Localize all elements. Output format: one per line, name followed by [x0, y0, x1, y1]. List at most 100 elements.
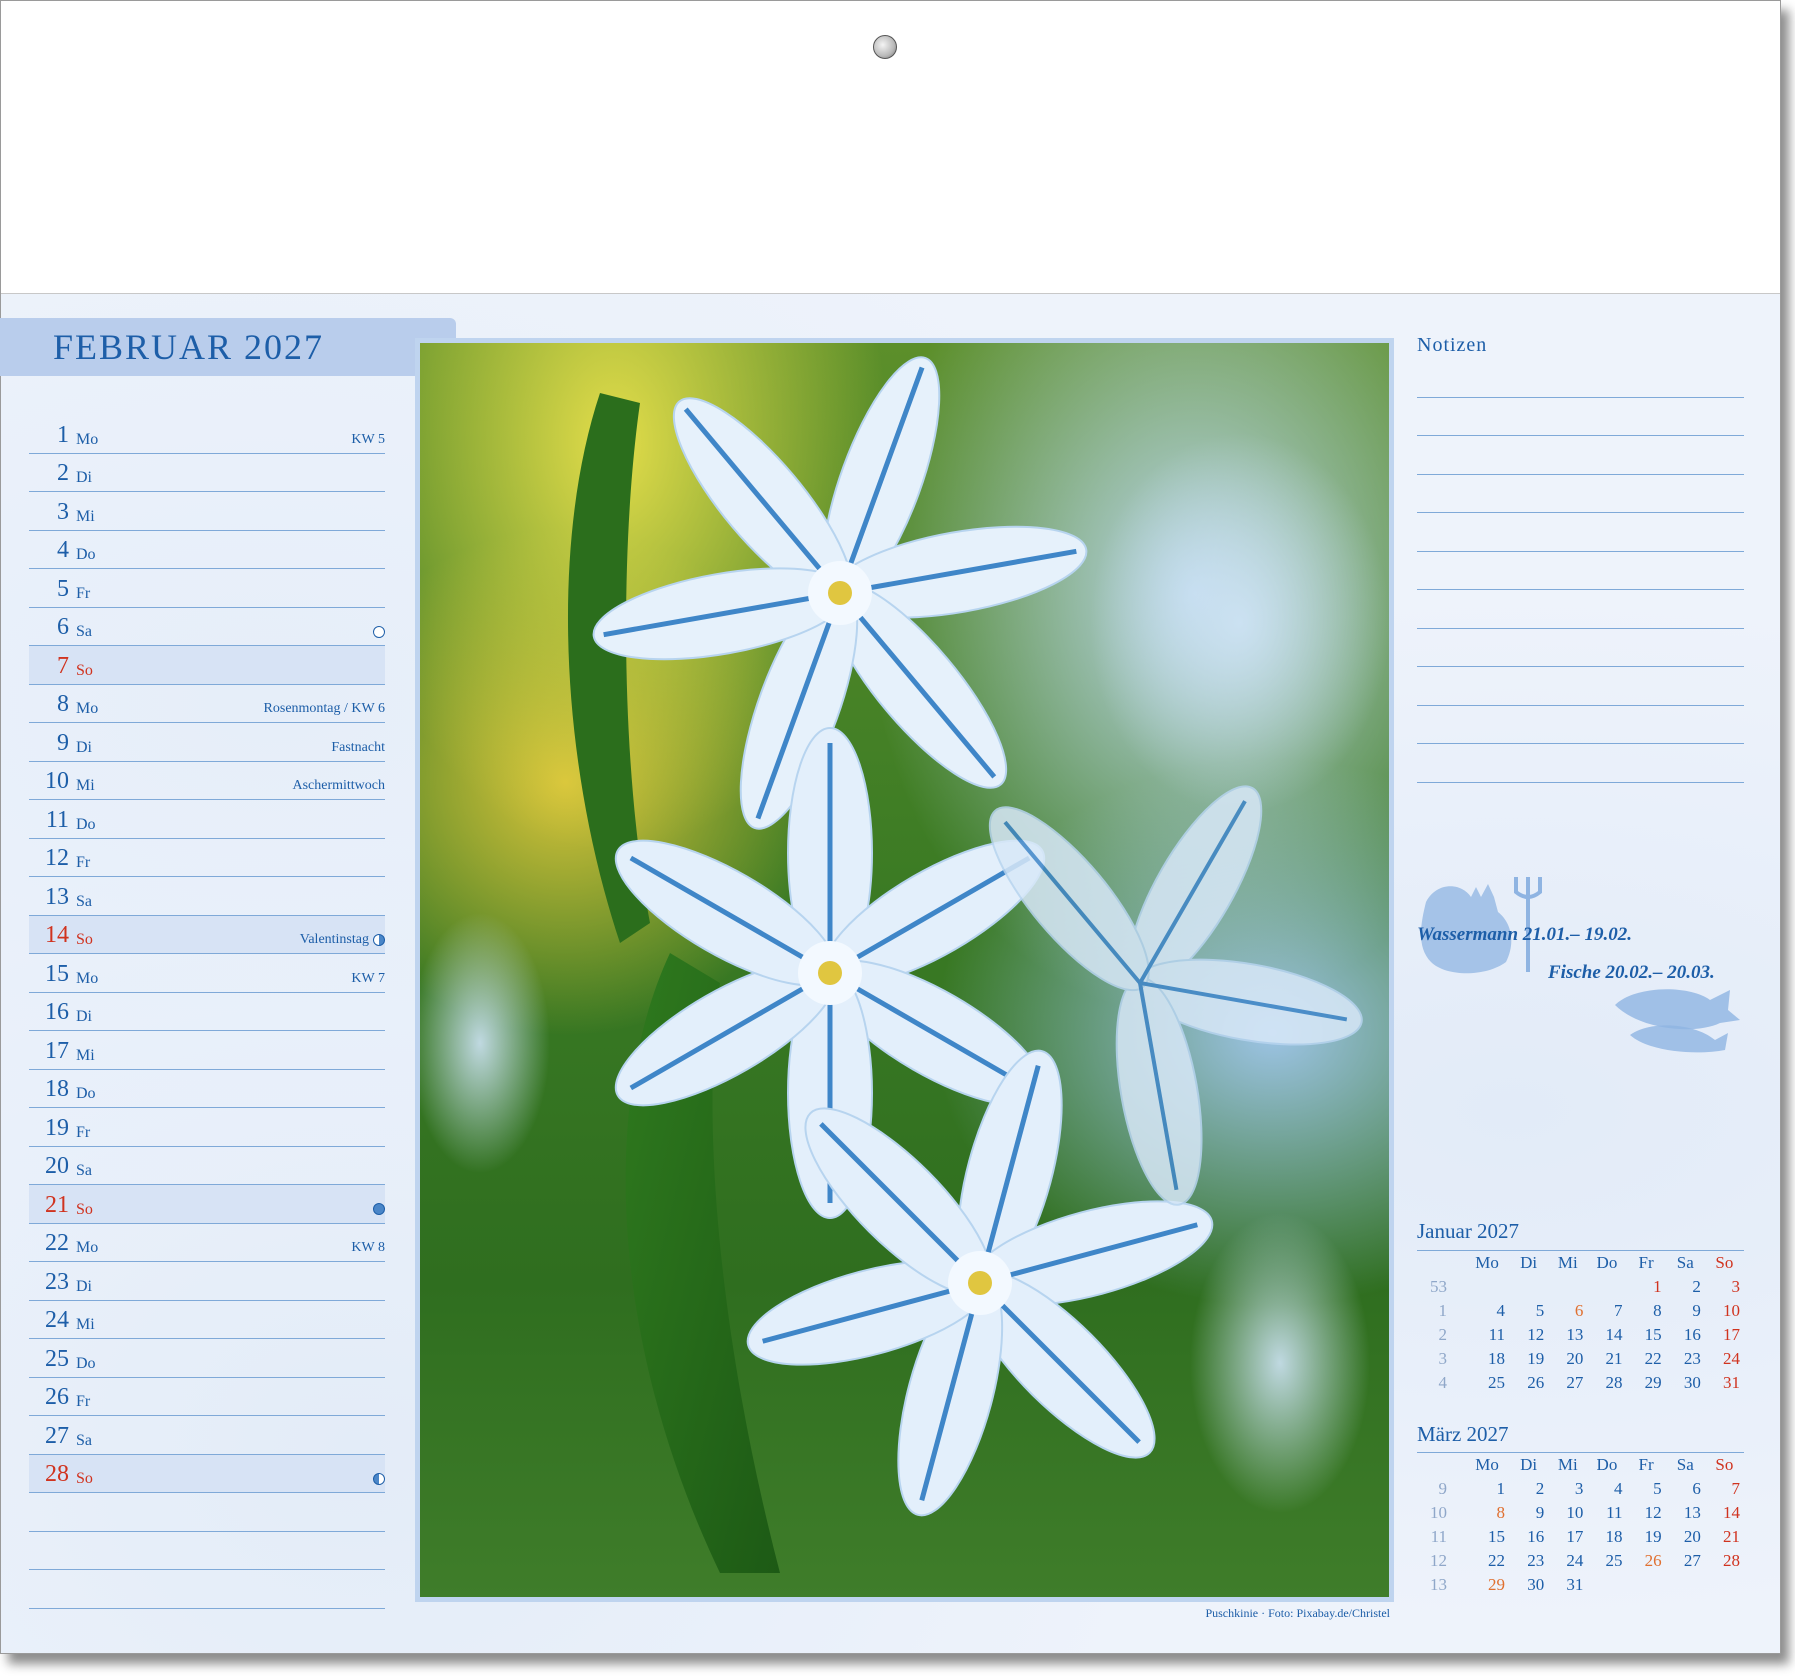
aquarius-label: Wassermann 21.01.– 19.02.: [1417, 924, 1633, 945]
day-number: 14: [45, 922, 69, 948]
day-number: 13: [45, 883, 69, 910]
mini-day: 19: [1644, 1527, 1662, 1546]
day-row: 15 Mo KW 7: [29, 954, 385, 993]
mini-day: 10: [1723, 1301, 1740, 1320]
notes-line: [1417, 513, 1744, 552]
day-list-blank-lines: [29, 1493, 385, 1609]
day-note: Fastnacht: [331, 740, 385, 756]
mini-day: 9: [1535, 1503, 1545, 1522]
day-row: 13 Sa: [29, 877, 385, 916]
week-number-header: [1417, 1251, 1465, 1275]
day-row: 16 Di: [29, 993, 385, 1031]
day-number: 28: [45, 1461, 69, 1487]
day-row: 26 Fr: [29, 1378, 385, 1416]
weekday-header: Sa: [1676, 1455, 1694, 1474]
weekday-header: So: [1715, 1253, 1734, 1272]
weekday-header: Mo: [1475, 1455, 1499, 1474]
day-note: [369, 624, 385, 640]
day-row: 20 Sa: [29, 1147, 385, 1185]
week-row: 9 1 2 3 4 5 6 7: [1417, 1477, 1744, 1501]
mini-day: 25: [1605, 1551, 1623, 1570]
mini-day: 2: [1692, 1277, 1701, 1296]
day-row: 1 Mo KW 5: [29, 415, 385, 454]
mini-calendar-title: Januar 2027: [1417, 1219, 1520, 1243]
day-row: 22 Mo KW 8: [29, 1224, 385, 1262]
day-note: KW 8: [351, 1240, 385, 1256]
mini-day: 7: [1614, 1301, 1623, 1320]
day-number: 19: [45, 1114, 69, 1141]
weekday-label: Fr: [76, 1123, 91, 1141]
day-row: 14 So Valentinstag: [29, 915, 385, 954]
day-note-text: Rosenmontag / KW 6: [263, 701, 385, 716]
mini-day: 18: [1488, 1349, 1506, 1368]
day-number: 2: [57, 460, 69, 486]
day-number: 22: [45, 1230, 69, 1256]
day-row: 3 Mi: [29, 492, 385, 531]
weekday-label: Di: [76, 1008, 92, 1025]
weekday-label: Mo: [76, 1239, 99, 1256]
mini-day: 19: [1527, 1349, 1545, 1368]
mini-day: 13: [1683, 1503, 1701, 1522]
week-number: 10: [1430, 1503, 1447, 1522]
day-note-text: Fastnacht: [331, 739, 385, 755]
day-number: 25: [45, 1345, 69, 1372]
mini-day: 27: [1566, 1373, 1584, 1392]
mini-day: 24: [1723, 1349, 1740, 1368]
weekday-label: So: [76, 661, 93, 679]
day-number: 26: [45, 1384, 69, 1410]
day-number: 7: [57, 652, 69, 679]
mini-day: [1705, 1573, 1744, 1597]
mini-day: 18: [1605, 1527, 1623, 1546]
mini-day: 26: [1527, 1373, 1545, 1392]
day-row: 28 So: [29, 1454, 385, 1493]
mini-day: 1: [1496, 1479, 1506, 1498]
mini-day: 1: [1653, 1277, 1662, 1296]
day-row: 11 Do: [29, 800, 385, 839]
mini-day: 24: [1566, 1551, 1584, 1570]
mini-day: 22: [1488, 1551, 1506, 1570]
day-row: 9 Di Fastnacht: [29, 723, 385, 762]
mini-day: 20: [1683, 1527, 1701, 1546]
week-row: 2 11 12 13 14 15 16 17: [1417, 1323, 1744, 1347]
week-number: 4: [1438, 1373, 1448, 1392]
mini-day: 30: [1527, 1575, 1545, 1594]
mini-day: 16: [1527, 1527, 1545, 1546]
mini-day: 22: [1644, 1349, 1662, 1368]
weekday-label: Mi: [76, 1316, 95, 1333]
mini-day: 31: [1566, 1575, 1584, 1594]
day-row: 21 So: [29, 1185, 385, 1224]
notes-title: Notizen: [1417, 334, 1488, 356]
day-note: Aschermittwoch: [292, 778, 385, 794]
week-number: 2: [1438, 1325, 1448, 1344]
blank-line: [29, 1493, 385, 1532]
day-note-text: Aschermittwoch: [292, 778, 385, 793]
day-note: KW 7: [351, 971, 385, 987]
day-number: 18: [45, 1076, 69, 1102]
day-number: 6: [57, 614, 69, 640]
bokeh: [1090, 433, 1389, 813]
week-row: 12 22 23 24 25 26 27 28: [1417, 1549, 1744, 1573]
week-number: 3: [1438, 1349, 1448, 1368]
notes-line: [1417, 744, 1744, 783]
day-number: 12: [45, 845, 69, 871]
day-row: 2 Di: [29, 454, 385, 492]
mini-day: 12: [1644, 1503, 1662, 1522]
photo-caption: Puschkinie · Foto: Pixabay.de/Christel: [1205, 1606, 1390, 1620]
weekday-label: So: [76, 1470, 93, 1487]
weekday-header: Mi: [1557, 1253, 1578, 1272]
moon-phase-new-icon: [373, 625, 385, 638]
day-row: 17 Mi: [29, 1031, 385, 1070]
hanging-hole: [873, 35, 897, 59]
day-note: [369, 1471, 385, 1487]
day-row: 23 Di: [29, 1262, 385, 1301]
weekday-label: Sa: [76, 1162, 92, 1179]
moon-phase-last-icon: [373, 1472, 385, 1485]
weekday-header: Fr: [1638, 1455, 1654, 1474]
weekday-label: Di: [76, 1277, 92, 1295]
blank-line: [29, 1570, 385, 1609]
moon-phase-first-icon: [373, 933, 385, 946]
mini-day: 3: [1574, 1479, 1584, 1498]
weekday-header: Mo: [1475, 1253, 1499, 1272]
day-row: 27 Sa: [29, 1416, 385, 1455]
weekday-label: Mi: [76, 507, 95, 525]
